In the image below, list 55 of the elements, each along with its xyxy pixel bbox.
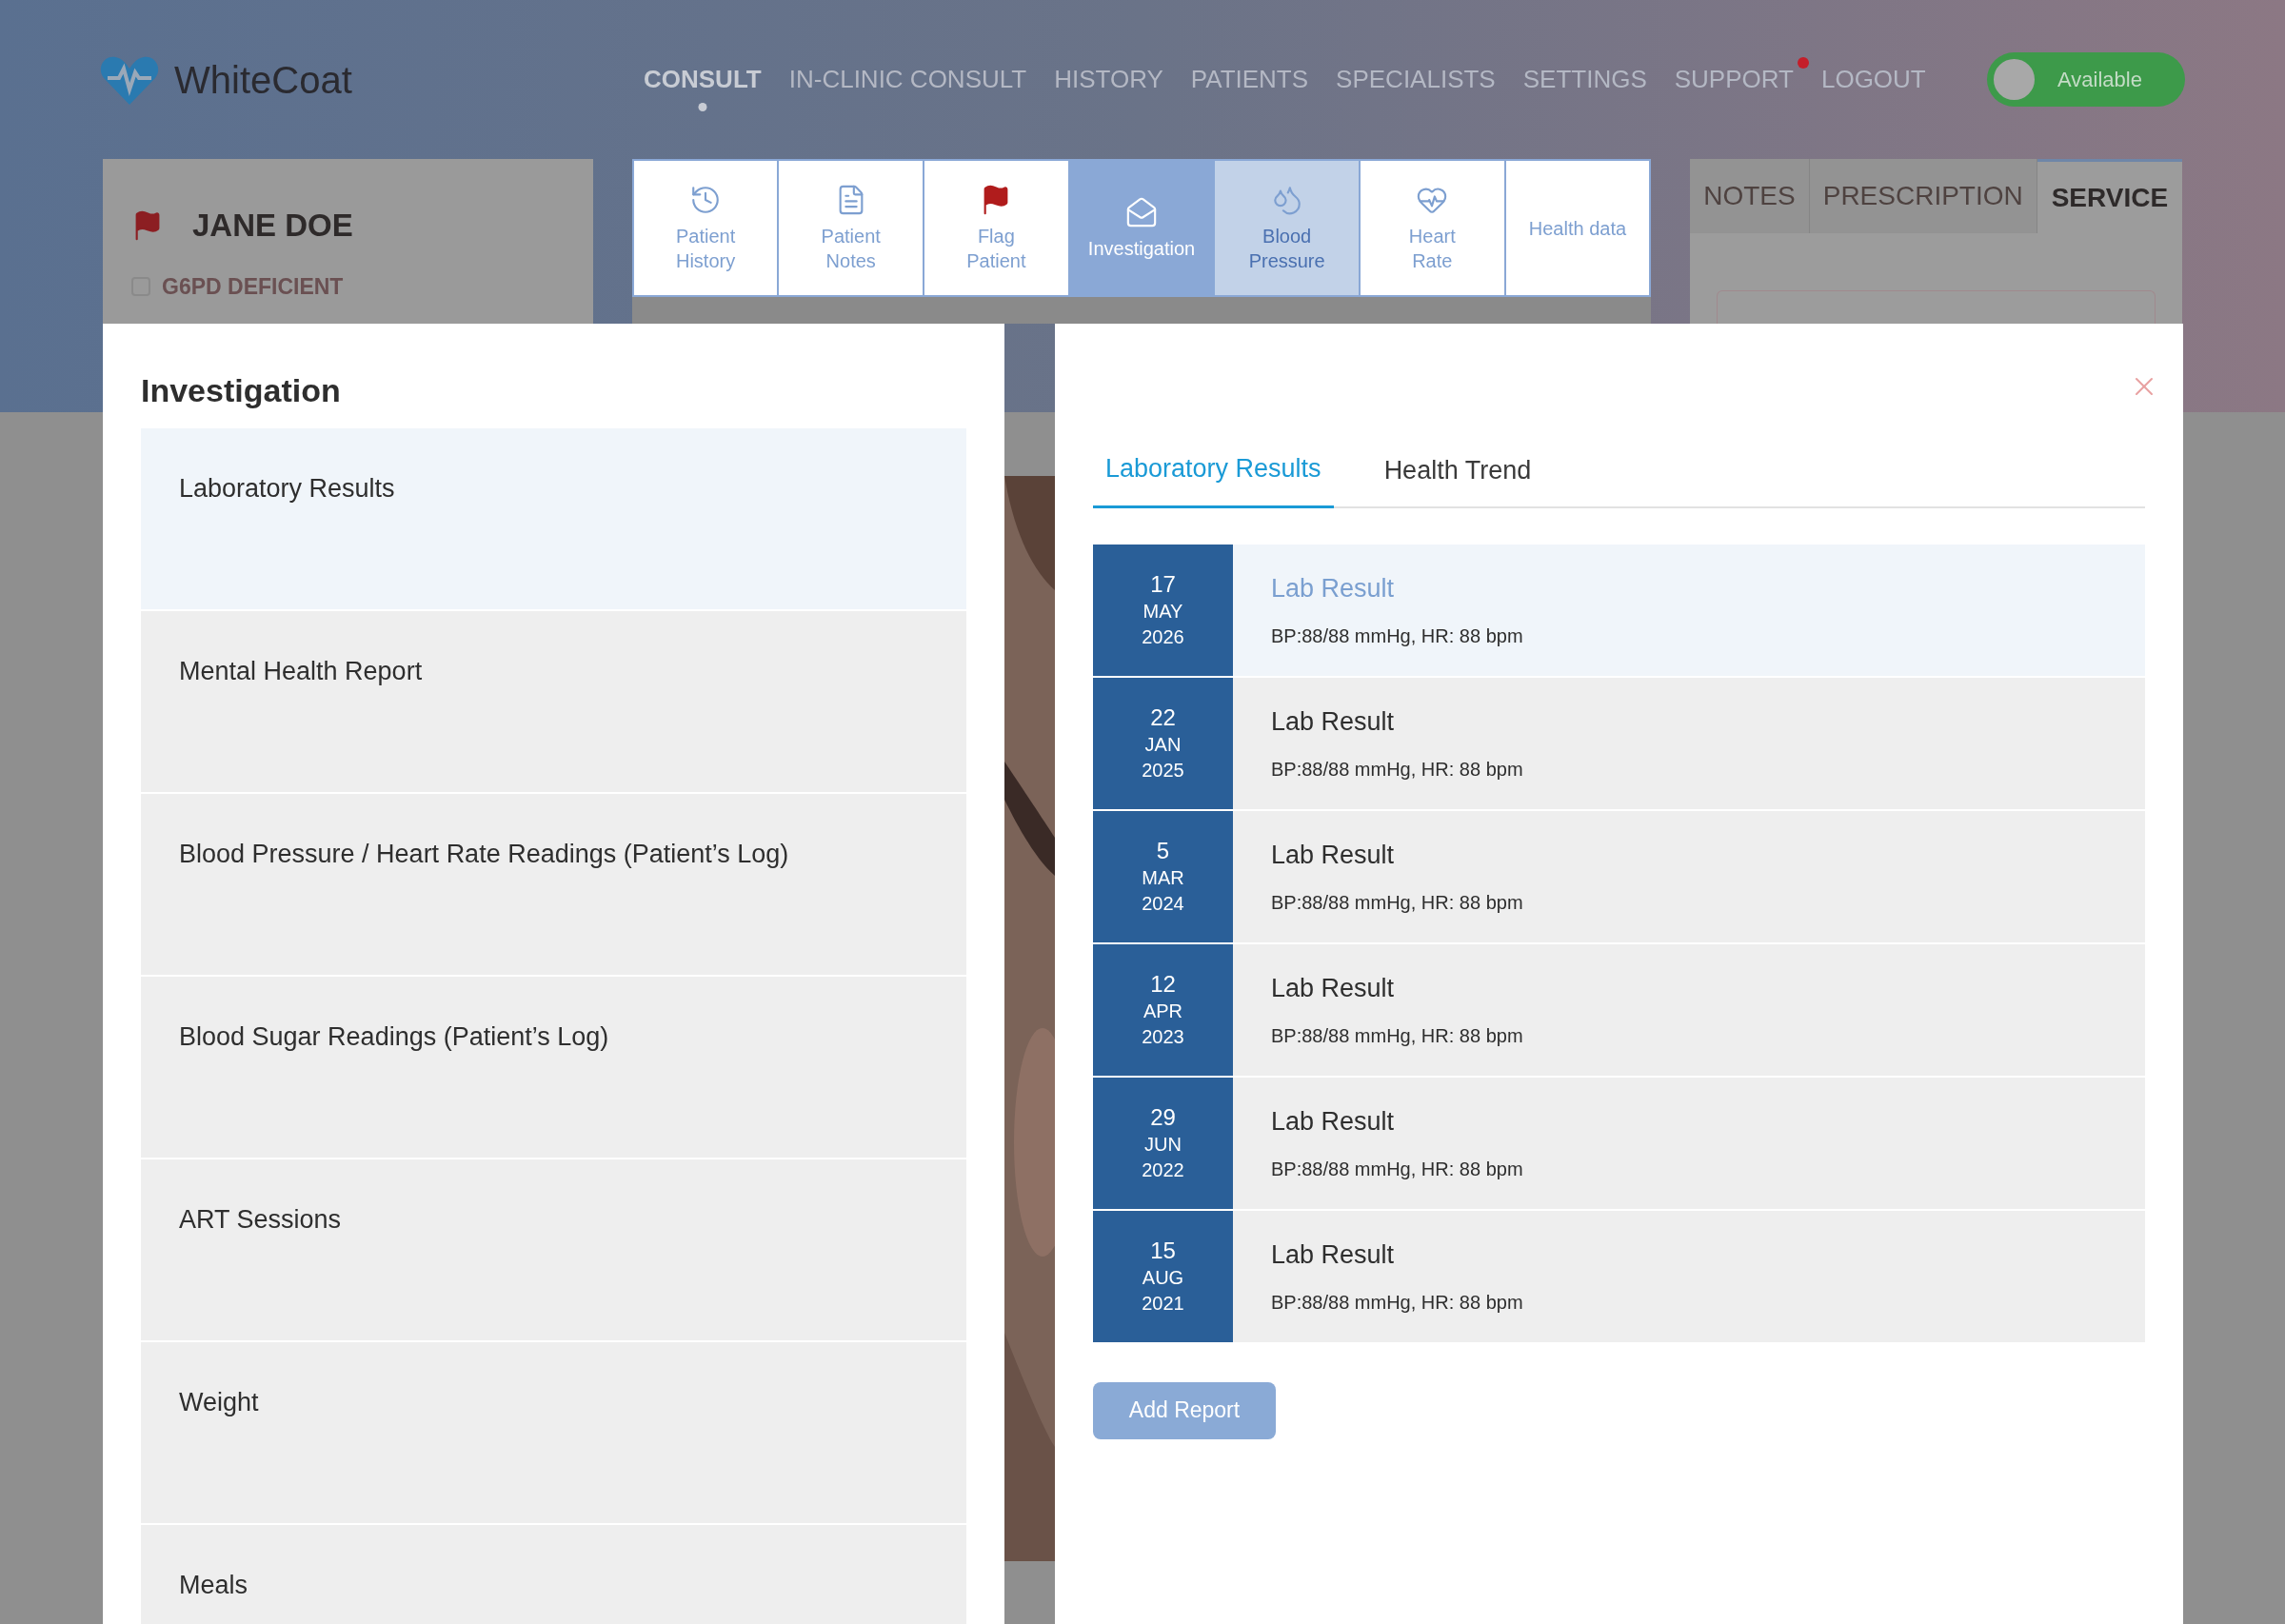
result-title: Lab Result <box>1271 706 1396 739</box>
result-title: Lab Result <box>1271 840 1396 872</box>
condition-label: G6PD DEFICIENT <box>162 272 344 301</box>
side-tab[interactable]: NOTES <box>1690 159 1810 233</box>
result-title: Lab Result <box>1271 973 1396 1005</box>
result-row[interactable]: 12 APR 2023 Lab Result BP:88/88 mmHg, HR: 88 bpm <box>1093 943 2145 1076</box>
result-row[interactable]: 22 JAN 2025 Lab Result BP:88/88 mmHg, HR: 88 bpm <box>1093 677 2145 809</box>
result-row[interactable]: 5 MAR 2024 Lab Result BP:88/88 mmHg, HR: 88 bpm <box>1093 810 2145 942</box>
patient-name: JANE DOE <box>192 207 353 245</box>
investigation-item[interactable]: Mental Health Report <box>141 611 966 792</box>
investigation-item[interactable]: Blood Pressure / Heart Rate Readings (Patient’s Log) <box>141 794 966 975</box>
result-summary: BP:88/88 mmHg, HR: 88 bpm <box>1271 1157 1523 1181</box>
result-summary: BP:88/88 mmHg, HR: 88 bpm <box>1271 1290 1523 1315</box>
investigation-item[interactable]: ART Sessions <box>141 1159 966 1340</box>
result-row[interactable]: 15 AUG 2021 Lab Result BP:88/88 mmHg, HR: 88 bpm <box>1093 1210 2145 1342</box>
side-tab[interactable]: PRESCRIPTION <box>1809 159 2037 233</box>
nav-link[interactable]: LOGOUT <box>1820 61 1926 98</box>
nav-link[interactable]: SUPPORT <box>1674 61 1794 98</box>
investigation-item[interactable]: Weight <box>141 1342 966 1523</box>
investigation-item[interactable]: Blood Sugar Readings (Patient’s Log) <box>141 977 966 1158</box>
nav-link[interactable]: SETTINGS <box>1522 61 1647 98</box>
result-summary: BP:88/88 mmHg, HR: 88 bpm <box>1271 624 1523 648</box>
date-block: 5 MAR 2024 <box>1093 810 1233 942</box>
toolbar-button[interactable]: Flag Patient <box>924 161 1068 295</box>
result-summary: BP:88/88 mmHg, HR: 88 bpm <box>1271 1023 1523 1048</box>
toolbar-button[interactable]: Patient History <box>633 161 778 295</box>
date-block: 17 MAY 2026 <box>1093 544 1233 676</box>
result-summary: BP:88/88 mmHg, HR: 88 bpm <box>1271 890 1523 915</box>
result-summary: BP:88/88 mmHg, HR: 88 bpm <box>1271 757 1523 782</box>
toolbar-button[interactable]: Health data <box>1505 161 1650 295</box>
date-block: 15 AUG 2021 <box>1093 1210 1233 1342</box>
date-block: 22 JAN 2025 <box>1093 677 1233 809</box>
logo-text: WhiteCoat <box>174 57 352 103</box>
results-tab[interactable]: Laboratory Results <box>1093 449 1334 508</box>
nav-link[interactable]: HISTORY <box>1054 61 1163 98</box>
nav-link[interactable]: SPECIALISTS <box>1336 61 1496 98</box>
envelope-icon <box>1125 195 1158 228</box>
add-report-button[interactable]: Add Report <box>1093 1381 1276 1439</box>
nav-link[interactable]: PATIENTS <box>1190 61 1309 98</box>
nav-link[interactable]: IN-CLINIC CONSULT <box>788 61 1027 98</box>
investigation-item[interactable]: Meals <box>141 1525 966 1624</box>
result-row[interactable]: 29 JUN 2022 Lab Result BP:88/88 mmHg, HR: 88 bpm <box>1093 1077 2145 1209</box>
toolbar-button[interactable]: Heart Rate <box>1360 161 1504 295</box>
panel-title: Investigation <box>141 371 342 410</box>
nav-link[interactable]: CONSULT <box>644 61 762 98</box>
result-title: Lab Result <box>1271 573 1396 605</box>
result-row[interactable]: 17 MAY 2026 Lab Result BP:88/88 mmHg, HR: 88 bpm <box>1093 544 2145 676</box>
result-title: Lab Result <box>1271 1239 1396 1272</box>
toolbar-button[interactable]: Patient Notes <box>779 161 924 295</box>
availability-toggle[interactable]: Available <box>1987 52 2185 107</box>
results-tab[interactable]: Health Trend <box>1371 449 1544 508</box>
result-title: Lab Result <box>1271 1106 1396 1139</box>
date-block: 12 APR 2023 <box>1093 943 1233 1076</box>
investigation-item[interactable]: Laboratory Results <box>141 428 966 609</box>
date-block: 29 JUN 2022 <box>1093 1077 1233 1209</box>
